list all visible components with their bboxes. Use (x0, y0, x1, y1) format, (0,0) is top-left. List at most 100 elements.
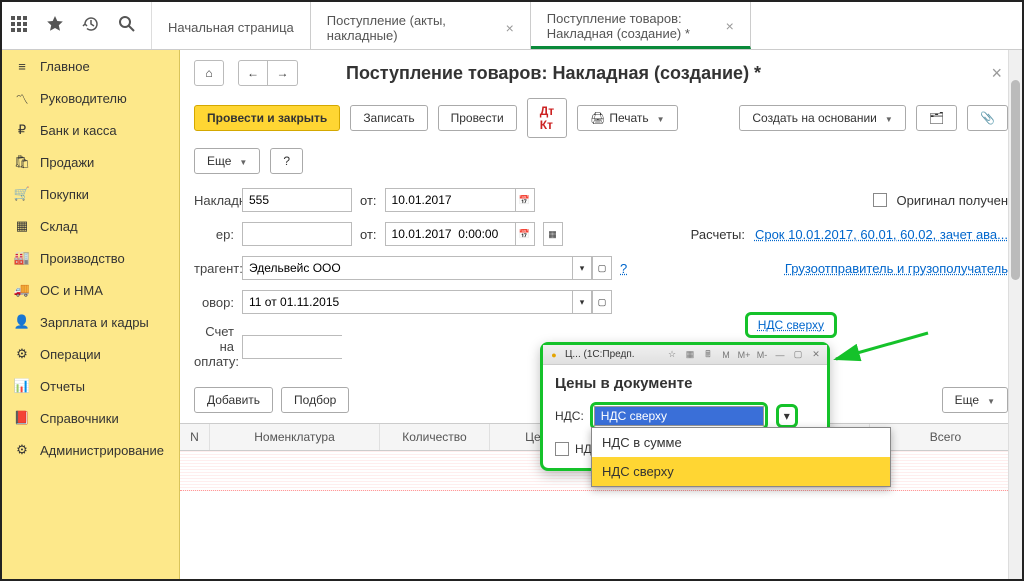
vat-field-label: НДС: (555, 409, 584, 423)
create-based-button[interactable]: Создать на основании (739, 105, 905, 131)
vat-link-highlighted[interactable]: НДС сверху (745, 312, 837, 338)
dt-kt-button[interactable]: ДтКт (527, 98, 567, 138)
chart-icon: 〽 (14, 90, 30, 106)
toolbar: Провести и закрыть Записать Провести ДтК… (180, 92, 1022, 184)
tab-receipts[interactable]: Поступление (акты, накладные)× (311, 2, 531, 49)
main-area: ⌂ ← → Поступление товаров: Накладная (со… (180, 50, 1022, 581)
dialog-window-title: Ц... (1С:Предп. (565, 349, 661, 360)
shipper-link[interactable]: Грузоотправитель и грузополучатель (785, 261, 1008, 276)
post-close-button[interactable]: Провести и закрыть (194, 105, 340, 131)
open-icon[interactable]: ▢ (592, 256, 612, 280)
contract-input[interactable] (242, 290, 572, 314)
menu-icon: ≡ (14, 58, 30, 74)
topbar: Начальная страница Поступление (акты, на… (2, 2, 1022, 50)
invoice-no-input[interactable] (242, 188, 352, 212)
vat-select[interactable] (590, 402, 768, 430)
topbar-icons (2, 2, 152, 49)
page-title: Поступление товаров: Накладная (создание… (346, 63, 761, 84)
apps-icon[interactable] (10, 15, 28, 36)
sidebar-item-catalogs[interactable]: 📕Справочники (2, 402, 179, 434)
max-icon[interactable]: ▢ (791, 348, 805, 362)
home-button[interactable]: ⌂ (194, 60, 224, 86)
search-icon[interactable] (118, 15, 136, 36)
sidebar-item-payroll[interactable]: 👤Зарплата и кадры (2, 306, 179, 338)
attach-button[interactable]: 📎 (967, 105, 1008, 131)
close-icon[interactable]: × (726, 18, 734, 34)
pick-button[interactable]: Подбор (281, 387, 349, 413)
vat-link[interactable]: НДС сверху (758, 318, 824, 332)
calc-icon[interactable]: 🖩 (701, 348, 715, 362)
info-link[interactable]: ? (620, 261, 627, 276)
invoice-label: Накладная (194, 193, 234, 208)
vat-select-value[interactable] (594, 406, 764, 426)
record-button[interactable]: Записать (350, 105, 427, 131)
calendar-icon[interactable]: 📅 (515, 222, 535, 246)
prices-dialog: ● Ц... (1С:Предп. ☆ ▦ 🖩 M M+ M- — ▢ ✕ Це… (540, 342, 830, 471)
vat-option-on-top[interactable]: НДС сверху (592, 457, 890, 486)
fav-icon[interactable]: ☆ (665, 348, 679, 362)
col-qty: Количество (380, 424, 490, 450)
print-button[interactable]: 🖨 Печать (577, 105, 677, 131)
back-button[interactable]: ← (238, 60, 268, 86)
close-page-button[interactable]: × (985, 63, 1008, 84)
m-icon[interactable]: M (719, 348, 733, 362)
table-more-button[interactable]: Еще (942, 387, 1008, 413)
vat-include-checkbox[interactable] (555, 442, 569, 456)
from-label: от: (360, 193, 377, 208)
scrollbar[interactable] (1008, 50, 1022, 581)
sidebar-item-reports[interactable]: 📊Отчеты (2, 370, 179, 402)
chevron-down-icon[interactable]: ▾ (572, 256, 592, 280)
contragent-input[interactable] (242, 256, 572, 280)
chevron-down-icon[interactable]: ▾ (572, 290, 592, 314)
sidebar-item-assets[interactable]: 🚚ОС и НМА (2, 274, 179, 306)
number-input[interactable] (242, 222, 352, 246)
sidebar-item-stock[interactable]: ▦Склад (2, 210, 179, 242)
star-icon[interactable] (46, 15, 64, 36)
sidebar-item-production[interactable]: 🏭Производство (2, 242, 179, 274)
tabs: Начальная страница Поступление (акты, на… (152, 2, 1022, 49)
datetime-input[interactable] (385, 222, 515, 246)
vat-option-in-sum[interactable]: НДС в сумме (592, 428, 890, 457)
factory-icon: 🏭 (14, 250, 30, 266)
invoice2-input[interactable] (242, 335, 342, 359)
from-label-2: от: (360, 227, 377, 242)
sidebar-item-manager[interactable]: 〽Руководителю (2, 82, 179, 114)
sidebar-item-purchases[interactable]: 🛒Покупки (2, 178, 179, 210)
sidebar-item-main[interactable]: ≡Главное (2, 50, 179, 82)
close-icon[interactable]: × (506, 20, 514, 36)
dossier-button[interactable]: 🗂 (916, 105, 957, 131)
invoice-date-input[interactable] (385, 188, 515, 212)
help-button[interactable]: ? (270, 148, 303, 174)
dialog-titlebar[interactable]: ● Ц... (1С:Предп. ☆ ▦ 🖩 M M+ M- — ▢ ✕ (543, 345, 827, 365)
calendar-icon[interactable]: 📅 (515, 188, 535, 212)
close-dialog-icon[interactable]: ✕ (809, 348, 823, 362)
bag-icon: 🛍 (14, 154, 30, 170)
book-icon: 📕 (14, 410, 30, 426)
add-button[interactable]: Добавить (194, 387, 273, 413)
mplus-icon[interactable]: M+ (737, 348, 751, 362)
col-n: N (180, 424, 210, 450)
main-header: ⌂ ← → Поступление товаров: Накладная (со… (180, 50, 1022, 92)
contract-label: овор: (194, 295, 234, 310)
min-icon[interactable]: — (773, 348, 787, 362)
tab-home[interactable]: Начальная страница (152, 2, 311, 49)
bars-icon: 📊 (14, 378, 30, 394)
vat-select-caret[interactable]: ▾ (776, 404, 798, 428)
calc-link[interactable]: Срок 10.01.2017, 60.01, 60.02, зачет ава… (755, 227, 1008, 242)
tab-current[interactable]: Поступление товаров: Накладная (создание… (531, 2, 751, 49)
mminus-icon[interactable]: M- (755, 348, 769, 362)
sidebar: ≡Главное 〽Руководителю ₽Банк и касса 🛍Пр… (2, 50, 180, 581)
more-button[interactable]: Еще (194, 148, 260, 174)
sidebar-item-admin[interactable]: ⚙Администрирование (2, 434, 179, 466)
open-icon[interactable]: ▢ (592, 290, 612, 314)
post-button[interactable]: Провести (438, 105, 517, 131)
calc-label: Расчеты: (691, 227, 745, 242)
sidebar-item-bank[interactable]: ₽Банк и касса (2, 114, 179, 146)
history-icon[interactable] (82, 15, 100, 36)
original-checkbox[interactable] (873, 193, 887, 207)
forward-button[interactable]: → (268, 60, 298, 86)
extra-button[interactable]: ▦ (543, 222, 563, 246)
cal-icon[interactable]: ▦ (683, 348, 697, 362)
sidebar-item-sales[interactable]: 🛍Продажи (2, 146, 179, 178)
sidebar-item-ops[interactable]: ⚙Операции (2, 338, 179, 370)
